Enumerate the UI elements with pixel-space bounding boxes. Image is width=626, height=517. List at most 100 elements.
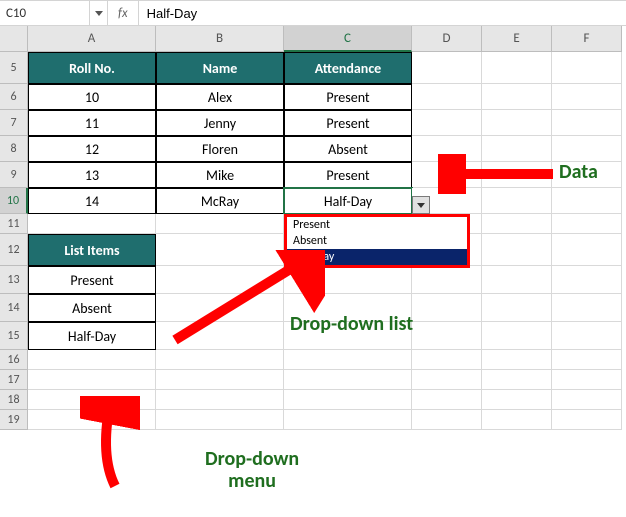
cell[interactable] bbox=[482, 234, 552, 266]
col-header-A[interactable]: A bbox=[28, 26, 156, 52]
row-header[interactable]: 10 bbox=[0, 188, 28, 214]
cell[interactable]: Present bbox=[284, 84, 412, 110]
row-header[interactable]: 11 bbox=[0, 214, 28, 234]
cell[interactable] bbox=[552, 294, 622, 322]
cell[interactable] bbox=[284, 370, 412, 390]
cell[interactable] bbox=[482, 350, 552, 370]
col-header-B[interactable]: B bbox=[156, 26, 284, 52]
cell[interactable] bbox=[412, 52, 482, 84]
cell[interactable] bbox=[284, 410, 412, 430]
cell[interactable] bbox=[482, 110, 552, 136]
cell[interactable] bbox=[552, 110, 622, 136]
cell[interactable] bbox=[482, 390, 552, 410]
dropdown-button[interactable] bbox=[412, 196, 430, 214]
cell[interactable]: Alex bbox=[156, 84, 284, 110]
cell[interactable] bbox=[482, 266, 552, 294]
cell[interactable] bbox=[412, 390, 482, 410]
row-header[interactable]: 15 bbox=[0, 322, 28, 350]
cell[interactable] bbox=[552, 214, 622, 234]
chevron-down-icon bbox=[95, 11, 103, 16]
row-header[interactable]: 17 bbox=[0, 370, 28, 390]
cell[interactable] bbox=[156, 370, 284, 390]
row-header[interactable]: 14 bbox=[0, 294, 28, 322]
cell[interactable] bbox=[482, 322, 552, 350]
row-header[interactable]: 12 bbox=[0, 234, 28, 266]
dropdown-option[interactable]: Present bbox=[287, 217, 467, 233]
cell[interactable]: Jenny bbox=[156, 110, 284, 136]
header-attendance[interactable]: Attendance bbox=[284, 52, 412, 84]
cell[interactable]: 13 bbox=[28, 162, 156, 188]
cell[interactable]: Floren bbox=[156, 136, 284, 162]
header-name[interactable]: Name bbox=[156, 52, 284, 84]
cell[interactable]: Absent bbox=[28, 294, 156, 322]
cell[interactable] bbox=[412, 322, 482, 350]
cell[interactable]: Absent bbox=[284, 136, 412, 162]
cell[interactable] bbox=[552, 234, 622, 266]
row-header[interactable]: 8 bbox=[0, 136, 28, 162]
cell[interactable] bbox=[552, 350, 622, 370]
cell[interactable]: Present bbox=[284, 110, 412, 136]
header-list-items[interactable]: List Items bbox=[28, 234, 156, 266]
cell[interactable] bbox=[284, 350, 412, 370]
cell[interactable] bbox=[412, 294, 482, 322]
cell[interactable] bbox=[156, 214, 284, 234]
cell[interactable] bbox=[412, 370, 482, 390]
cell[interactable] bbox=[482, 52, 552, 84]
cell[interactable]: Present bbox=[284, 162, 412, 188]
dropdown-option[interactable]: Absent bbox=[287, 233, 467, 249]
cell[interactable] bbox=[412, 266, 482, 294]
col-header-D[interactable]: D bbox=[412, 26, 482, 52]
cell[interactable] bbox=[552, 136, 622, 162]
cell[interactable]: 10 bbox=[28, 84, 156, 110]
row-header[interactable]: 18 bbox=[0, 390, 28, 410]
row-header[interactable]: 16 bbox=[0, 350, 28, 370]
row-header[interactable]: 7 bbox=[0, 110, 28, 136]
cell[interactable] bbox=[482, 84, 552, 110]
cell[interactable] bbox=[552, 390, 622, 410]
cell[interactable] bbox=[28, 214, 156, 234]
row-header[interactable]: 19 bbox=[0, 410, 28, 430]
cell[interactable] bbox=[482, 410, 552, 430]
cell[interactable]: Present bbox=[28, 266, 156, 294]
cell[interactable] bbox=[28, 370, 156, 390]
cell[interactable] bbox=[552, 370, 622, 390]
cell-selected[interactable]: Half-Day bbox=[284, 188, 412, 214]
cell[interactable] bbox=[552, 188, 622, 214]
cell[interactable]: McRay bbox=[156, 188, 284, 214]
row-header[interactable]: 5 bbox=[0, 52, 28, 84]
cell[interactable] bbox=[156, 390, 284, 410]
cell[interactable] bbox=[412, 350, 482, 370]
cell[interactable] bbox=[482, 214, 552, 234]
cell[interactable] bbox=[284, 390, 412, 410]
cell[interactable] bbox=[156, 350, 284, 370]
cell[interactable] bbox=[482, 294, 552, 322]
select-all-corner[interactable] bbox=[0, 26, 28, 52]
cell[interactable]: Half-Day bbox=[28, 322, 156, 350]
cell[interactable] bbox=[552, 322, 622, 350]
cell[interactable] bbox=[552, 84, 622, 110]
cell[interactable] bbox=[28, 350, 156, 370]
cell[interactable]: 12 bbox=[28, 136, 156, 162]
cell[interactable]: 14 bbox=[28, 188, 156, 214]
name-box-dropdown[interactable] bbox=[90, 1, 108, 25]
row-header[interactable]: 6 bbox=[0, 84, 28, 110]
cell[interactable] bbox=[552, 410, 622, 430]
formula-input[interactable] bbox=[139, 1, 626, 25]
cell[interactable]: 11 bbox=[28, 110, 156, 136]
cell[interactable] bbox=[552, 266, 622, 294]
cell[interactable] bbox=[412, 84, 482, 110]
row-header[interactable]: 13 bbox=[0, 266, 28, 294]
header-roll[interactable]: Roll No. bbox=[28, 52, 156, 84]
cell[interactable] bbox=[552, 52, 622, 84]
cell[interactable] bbox=[482, 370, 552, 390]
col-header-E[interactable]: E bbox=[482, 26, 552, 52]
cell[interactable]: Mike bbox=[156, 162, 284, 188]
name-box[interactable]: C10 bbox=[0, 1, 90, 25]
col-header-F[interactable]: F bbox=[552, 26, 622, 52]
fx-label[interactable]: fx bbox=[112, 6, 134, 21]
row-header[interactable]: 9 bbox=[0, 162, 28, 188]
cell[interactable] bbox=[412, 110, 482, 136]
col-header-C[interactable]: C bbox=[284, 26, 412, 52]
cell[interactable] bbox=[412, 410, 482, 430]
cell[interactable] bbox=[156, 410, 284, 430]
